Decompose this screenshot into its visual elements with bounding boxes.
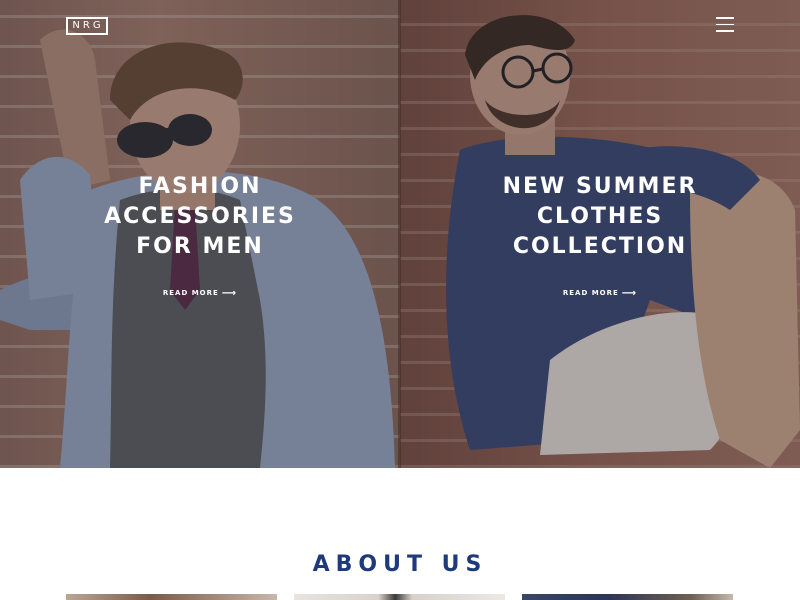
hero-banner: FASHION ACCESSORIES FOR MEN READ MORE⟶ <box>0 0 800 468</box>
about-image-1 <box>66 594 277 600</box>
hero-title-summer-collection: NEW SUMMER CLOTHES COLLECTION <box>400 172 800 262</box>
hero-title-line: CLOTHES <box>536 204 664 229</box>
hero-title-line: FOR MEN <box>136 234 264 259</box>
hero-panel-accessories[interactable]: FASHION ACCESSORIES FOR MEN READ MORE ⟶ <box>0 0 400 468</box>
hamburger-menu-icon[interactable] <box>716 17 734 33</box>
about-image-3 <box>522 594 733 600</box>
page: FASHION ACCESSORIES FOR MEN READ MORE⟶ <box>0 0 800 600</box>
hero-title-line: ACCESSORIES <box>104 204 296 229</box>
about-image-2 <box>294 594 505 600</box>
panel-divider <box>398 0 401 468</box>
site-logo[interactable]: NRG <box>66 17 108 35</box>
hero-panel-summer-collection[interactable]: NEW SUMMER CLOTHES COLLECTION READ MORE ⟶ <box>400 0 800 468</box>
arrow-right-icon: ⟶ <box>621 288 638 299</box>
read-more-label: READ MORE <box>562 289 619 297</box>
read-more-link-accessories[interactable]: READ MORE ⟶ <box>0 288 400 299</box>
hero-title-line: FASHION <box>138 174 262 199</box>
hero-title-line: COLLECTION <box>512 234 688 259</box>
hero-title-accessories: FASHION ACCESSORIES FOR MEN <box>0 172 400 262</box>
read-more-link-summer-collection[interactable]: READ MORE ⟶ <box>400 288 800 299</box>
hero-title-line: NEW SUMMER <box>502 174 698 199</box>
arrow-right-icon: ⟶ <box>221 288 238 299</box>
about-us-heading: ABOUT US <box>312 552 488 577</box>
read-more-label: READ MORE <box>162 289 219 297</box>
